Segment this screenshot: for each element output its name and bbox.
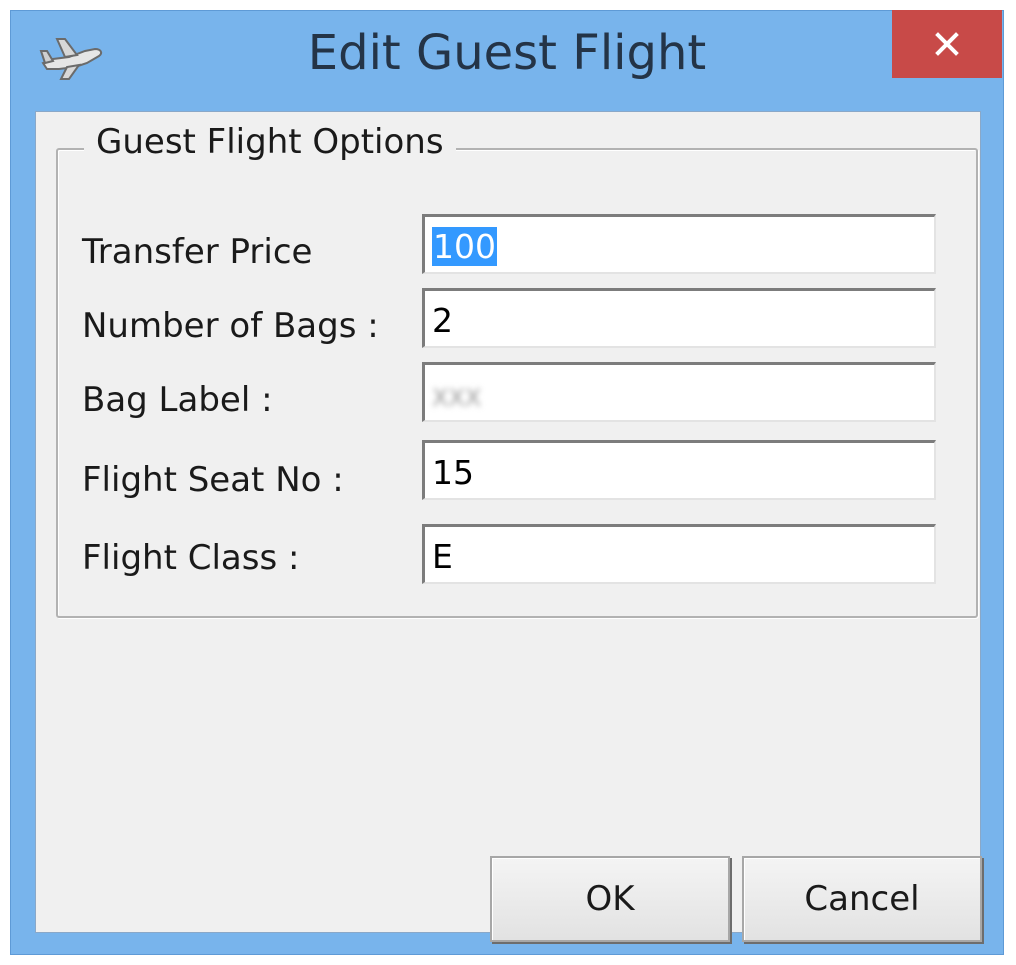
bag-label-input[interactable]: XXX <box>422 362 936 422</box>
transfer-price-input[interactable]: 100 <box>422 214 936 274</box>
dialog-window: Edit Guest Flight Guest Flight Options T… <box>10 10 1004 955</box>
group-legend: Guest Flight Options <box>84 122 456 162</box>
flight-seat-no-value: 15 <box>432 453 474 492</box>
window-title: Edit Guest Flight <box>307 25 707 81</box>
ok-button[interactable]: OK <box>490 856 730 942</box>
flight-class-label: Flight Class : <box>82 538 300 578</box>
number-of-bags-label: Number of Bags : <box>82 306 379 346</box>
bag-label-label: Bag Label : <box>82 380 273 420</box>
close-button[interactable] <box>892 10 1002 78</box>
title-bar[interactable]: Edit Guest Flight <box>11 10 1003 111</box>
cancel-button[interactable]: Cancel <box>742 856 982 942</box>
flight-seat-no-label: Flight Seat No : <box>82 460 344 500</box>
dialog-client-area: Guest Flight Options Transfer Price 100 … <box>35 111 982 942</box>
guest-flight-options-group: Guest Flight Options Transfer Price 100 … <box>56 122 978 618</box>
flight-seat-no-input[interactable]: 15 <box>422 440 936 500</box>
transfer-price-label: Transfer Price <box>82 232 313 272</box>
close-icon <box>935 32 959 56</box>
transfer-price-value: 100 <box>432 227 497 266</box>
flight-class-input[interactable]: E <box>422 524 936 584</box>
bag-label-value: XXX <box>432 384 482 412</box>
flight-class-value: E <box>432 537 453 576</box>
number-of-bags-input[interactable]: 2 <box>422 288 936 348</box>
number-of-bags-value: 2 <box>432 301 453 340</box>
